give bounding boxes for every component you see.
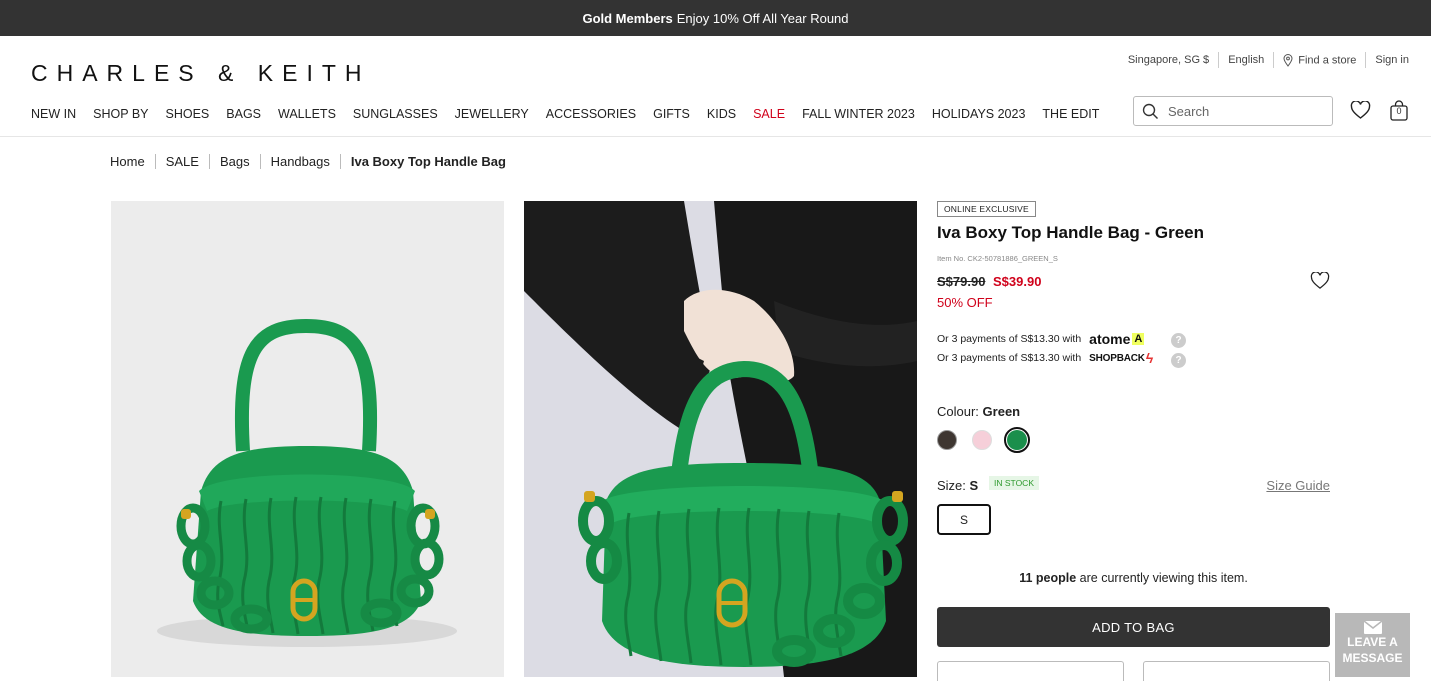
lightning-bolt-icon: ϟ bbox=[1145, 350, 1154, 366]
breadcrumb-sale[interactable]: SALE bbox=[166, 154, 199, 169]
promo-bold: Gold Members bbox=[582, 10, 673, 26]
nav-item-shoes[interactable]: SHOES bbox=[166, 107, 210, 121]
colour-value: Green bbox=[982, 404, 1021, 419]
divider bbox=[1218, 52, 1220, 68]
divider bbox=[208, 154, 210, 169]
breadcrumb-home[interactable]: Home bbox=[110, 154, 145, 169]
viewing-count: 11 people bbox=[1019, 571, 1077, 585]
leave-a-message-widget[interactable]: LEAVE A MESSAGE bbox=[1335, 613, 1410, 677]
sale-price: S$39.90 bbox=[993, 274, 1042, 289]
nav-item-kids[interactable]: KIDS bbox=[707, 107, 736, 121]
size-label-text: Size: bbox=[937, 478, 966, 493]
atome-mark-icon: A bbox=[1132, 333, 1145, 345]
viewing-count-text: 11 people are currently viewing this ite… bbox=[937, 571, 1330, 585]
product-image-model[interactable] bbox=[524, 201, 917, 677]
colour-swatch-dark-brown[interactable] bbox=[937, 430, 957, 450]
atome-logo: atome A bbox=[1089, 331, 1145, 347]
nav-item-jewellery[interactable]: JEWELLERY bbox=[455, 107, 529, 121]
nav-item-accessories[interactable]: ACCESSORIES bbox=[546, 107, 636, 121]
search-input[interactable]: Search bbox=[1133, 96, 1333, 126]
leave-message-line1: LEAVE A bbox=[1347, 635, 1398, 649]
region-selector[interactable]: Singapore, SG $ bbox=[1128, 54, 1209, 66]
wishlist-heart-icon[interactable] bbox=[1350, 101, 1371, 120]
divider bbox=[259, 154, 261, 169]
viewing-suffix: are currently viewing this item. bbox=[1079, 571, 1248, 585]
add-to-wishlist-heart-icon[interactable] bbox=[1310, 272, 1330, 290]
search-placeholder: Search bbox=[1168, 103, 1210, 119]
location-pin-icon bbox=[1283, 53, 1293, 67]
green-handbag-illustration bbox=[157, 318, 457, 647]
size-label: Size: S bbox=[937, 478, 978, 493]
atome-brand: atome bbox=[1089, 331, 1131, 347]
main-nav: NEW IN SHOP BY SHOES BAGS WALLETS SUNGLA… bbox=[31, 107, 1116, 121]
item-number: Item No. CK2-50781886_GREEN_S bbox=[937, 254, 1058, 263]
nav-item-bags[interactable]: BAGS bbox=[226, 107, 261, 121]
shopback-help-icon[interactable]: ? bbox=[1171, 353, 1186, 368]
secondary-button-right[interactable] bbox=[1143, 661, 1330, 681]
atome-help-icon[interactable]: ? bbox=[1171, 333, 1186, 348]
add-to-bag-button[interactable]: ADD TO BAG bbox=[937, 607, 1330, 647]
model-holding-bag-illustration bbox=[524, 201, 917, 677]
colour-swatch-green[interactable] bbox=[1004, 427, 1030, 453]
nav-item-new-in[interactable]: NEW IN bbox=[31, 107, 76, 121]
breadcrumb-bags[interactable]: Bags bbox=[220, 154, 250, 169]
colour-swatch-pink[interactable] bbox=[972, 430, 992, 450]
search-icon bbox=[1142, 103, 1158, 119]
leave-message-line2: MESSAGE bbox=[1342, 651, 1403, 665]
nav-item-wallets[interactable]: WALLETS bbox=[278, 107, 336, 121]
find-store-link[interactable]: Find a store bbox=[1283, 53, 1357, 67]
divider bbox=[339, 154, 341, 169]
nav-divider bbox=[0, 136, 1431, 137]
bag-count: 0 bbox=[1396, 106, 1402, 116]
nav-item-sale[interactable]: SALE bbox=[753, 107, 785, 121]
nav-item-gifts[interactable]: GIFTS bbox=[653, 107, 690, 121]
promo-text: Enjoy 10% Off All Year Round bbox=[676, 10, 849, 26]
brand-logo[interactable]: CHARLES & KEITH bbox=[31, 60, 371, 87]
secondary-button-left[interactable] bbox=[937, 661, 1124, 681]
size-value: S bbox=[969, 478, 979, 493]
utility-links: Singapore, SG $ English Find a store Sig… bbox=[1128, 52, 1409, 68]
nav-item-shop-by[interactable]: SHOP BY bbox=[93, 107, 148, 121]
size-guide-link[interactable]: Size Guide bbox=[1266, 478, 1330, 493]
nav-item-fall-winter[interactable]: FALL WINTER 2023 bbox=[802, 107, 915, 121]
size-option-s[interactable]: S bbox=[937, 504, 991, 535]
breadcrumb-current: Iva Boxy Top Handle Bag bbox=[350, 154, 506, 169]
product-image-main[interactable] bbox=[111, 201, 504, 677]
colour-label-text: Colour: bbox=[937, 404, 979, 419]
sign-in-link[interactable]: Sign in bbox=[1375, 54, 1409, 66]
divider bbox=[154, 154, 156, 169]
divider bbox=[1365, 52, 1367, 68]
in-stock-badge: IN STOCK bbox=[989, 476, 1039, 490]
online-exclusive-badge: ONLINE EXCLUSIVE bbox=[937, 201, 1036, 217]
language-selector[interactable]: English bbox=[1228, 54, 1264, 66]
nav-item-sunglasses[interactable]: SUNGLASSES bbox=[353, 107, 438, 121]
envelope-icon bbox=[1363, 621, 1382, 634]
atome-installment-row: Or 3 payments of S$13.30 with atome A bbox=[937, 331, 1145, 347]
nav-item-the-edit[interactable]: THE EDIT bbox=[1042, 107, 1099, 121]
nav-item-holidays[interactable]: HOLIDAYS 2023 bbox=[932, 107, 1026, 121]
shopback-brand: SHOPBACK bbox=[1089, 352, 1145, 364]
colour-label: Colour: Green bbox=[937, 404, 1020, 419]
shopback-installment-text: Or 3 payments of S$13.30 with bbox=[937, 352, 1082, 364]
original-price: S$79.90 bbox=[937, 274, 986, 289]
shopping-bag-button[interactable]: 0 bbox=[1388, 100, 1410, 122]
find-store-label: Find a store bbox=[1298, 53, 1357, 66]
product-title: Iva Boxy Top Handle Bag - Green bbox=[937, 223, 1205, 242]
atome-installment-text: Or 3 payments of S$13.30 with bbox=[937, 333, 1082, 345]
discount-label: 50% OFF bbox=[937, 295, 993, 310]
breadcrumb-handbags[interactable]: Handbags bbox=[271, 154, 330, 169]
shopback-installment-row: Or 3 payments of S$13.30 with SHOPBACK ϟ bbox=[937, 350, 1153, 366]
divider bbox=[1273, 52, 1275, 68]
breadcrumb: Home SALE Bags Handbags Iva Boxy Top Han… bbox=[110, 154, 506, 169]
promo-bar[interactable]: Gold Members Enjoy 10% Off All Year Roun… bbox=[0, 0, 1431, 36]
shopback-logo: SHOPBACK ϟ bbox=[1089, 350, 1153, 366]
